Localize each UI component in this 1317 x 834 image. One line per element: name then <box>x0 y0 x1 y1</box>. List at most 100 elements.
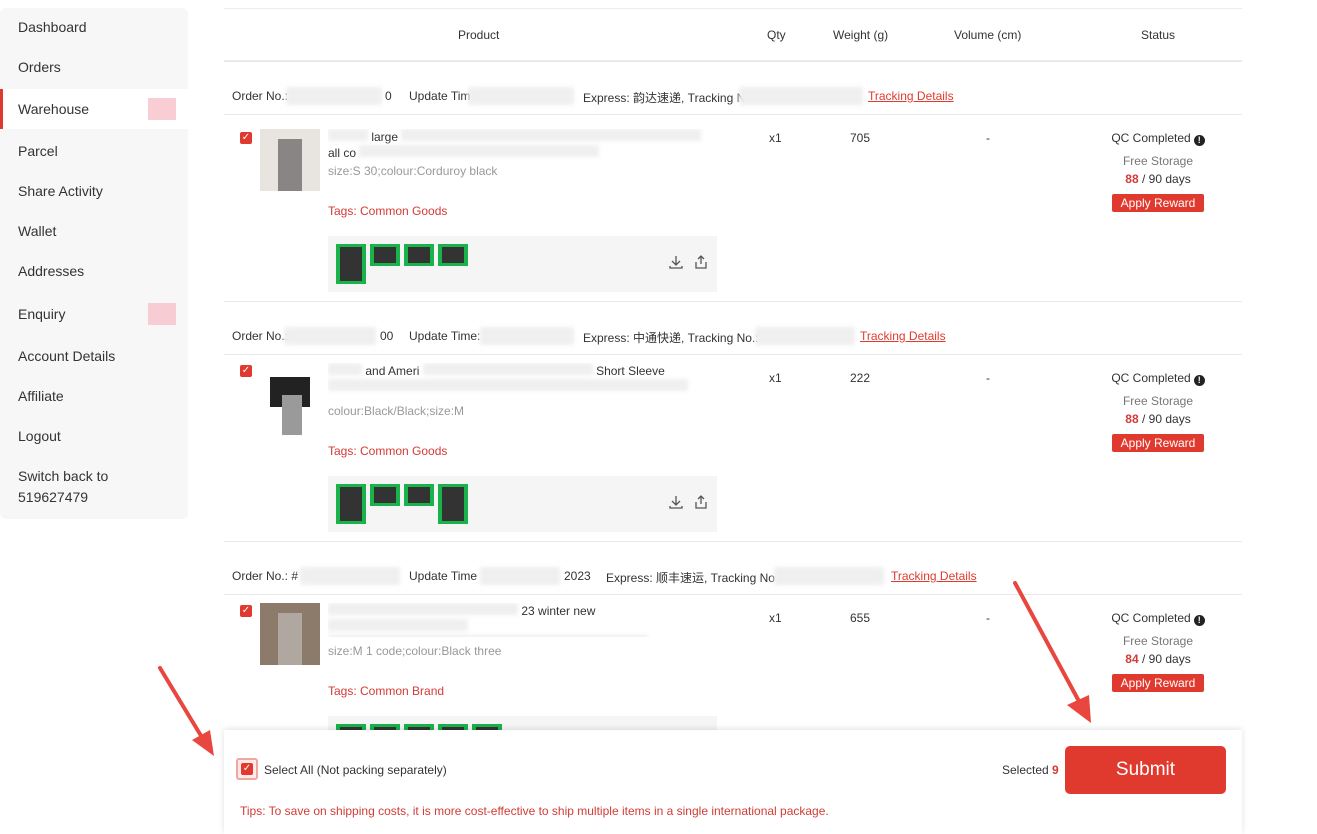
apply-reward-button[interactable]: Apply Reward <box>1111 194 1205 212</box>
sidebar-item-label: Warehouse <box>18 101 90 117</box>
status-cell: QC Completed! Free Storage 84 / 90 days … <box>1104 611 1212 692</box>
info-icon[interactable]: ! <box>1193 615 1205 626</box>
product-title[interactable]: large all co <box>328 129 728 163</box>
sidebar: Dashboard Orders Warehouse Parcel Share … <box>0 8 188 519</box>
item-checkbox[interactable]: ✓ <box>240 605 252 617</box>
download-icon[interactable] <box>668 254 684 270</box>
qc-status: QC Completed <box>1111 371 1191 385</box>
product-thumbnail[interactable] <box>260 365 320 435</box>
sidebar-item-enquiry[interactable]: Enquiry <box>0 303 188 328</box>
order-header: Order No.: 00 Update Time: Express: 中通快递… <box>224 301 1242 355</box>
sidebar-item-logout[interactable]: Logout <box>0 426 188 446</box>
sidebar-item-label: Enquiry <box>18 306 66 322</box>
checkmark-icon: ✓ <box>241 763 253 775</box>
tracking-details-link[interactable]: Tracking Details <box>868 89 954 103</box>
volume: - <box>986 611 990 625</box>
sidebar-item-dashboard[interactable]: Dashboard <box>0 17 188 37</box>
qc-photo[interactable] <box>404 244 434 266</box>
blurred-product-image <box>278 139 302 191</box>
shipping-tip: Tips: To save on shipping costs, it is m… <box>240 804 829 818</box>
redacted-order-number <box>284 327 376 345</box>
download-icon[interactable] <box>668 494 684 510</box>
qc-photo[interactable] <box>370 484 400 506</box>
storage-type: Free Storage <box>1122 154 1194 168</box>
product-tags: Tags: Common Goods <box>328 444 448 458</box>
apply-reward-button[interactable]: Apply Reward <box>1111 434 1205 452</box>
sidebar-item-addresses[interactable]: Addresses <box>0 261 188 281</box>
redacted-order-number <box>286 87 382 105</box>
sidebar-item-wallet[interactable]: Wallet <box>0 221 188 241</box>
table-row: ✓ large all co size:S 30;colour:Corduroy… <box>224 115 1242 301</box>
qc-photo[interactable] <box>370 244 400 266</box>
apply-reward-button[interactable]: Apply Reward <box>1111 674 1205 692</box>
status-cell: QC Completed! Free Storage 88 / 90 days … <box>1104 131 1212 212</box>
item-checkbox[interactable]: ✓ <box>240 132 252 144</box>
product-title-text: and Ameri <box>365 364 420 378</box>
qc-photo[interactable] <box>438 244 468 266</box>
weight: 705 <box>850 131 871 145</box>
redacted-title <box>328 635 648 637</box>
update-time-label: Update Time <box>409 569 478 583</box>
product-tags: Tags: Common Brand <box>328 684 445 698</box>
product-thumbnail[interactable] <box>260 129 320 191</box>
qc-photo[interactable] <box>336 244 366 284</box>
qc-photos-strip <box>328 476 717 532</box>
redacted-update-time <box>480 327 574 345</box>
tracking-details-link[interactable]: Tracking Details <box>860 329 946 343</box>
status-cell: QC Completed! Free Storage 88 / 90 days … <box>1104 371 1212 452</box>
storage-days: 84 / 90 days <box>1125 652 1191 666</box>
product-title[interactable]: and Ameri Short Sleeve <box>328 363 728 397</box>
info-icon[interactable]: ! <box>1193 135 1205 146</box>
qc-status: QC Completed <box>1111 131 1191 145</box>
annotation-arrow-icon <box>1013 581 1091 723</box>
sidebar-item-orders[interactable]: Orders <box>0 57 188 77</box>
select-all-label[interactable]: Select All (Not packing separately) <box>264 763 447 777</box>
sidebar-item-parcel[interactable]: Parcel <box>0 141 188 161</box>
redacted-title <box>328 619 468 631</box>
redacted-order-number <box>300 567 400 585</box>
volume: - <box>986 131 990 145</box>
submit-button[interactable]: Submit <box>1065 746 1226 794</box>
product-tags: Tags: Common Goods <box>328 204 448 218</box>
tracking-details-link[interactable]: Tracking Details <box>891 569 977 583</box>
sidebar-item-switch-account[interactable]: Switch back to 519627479 <box>0 466 120 508</box>
share-icon[interactable] <box>693 254 709 270</box>
share-icon[interactable] <box>693 494 709 510</box>
redacted-title <box>328 379 688 391</box>
volume: - <box>986 371 990 385</box>
sidebar-item-share-activity[interactable]: Share Activity <box>0 181 188 201</box>
sidebar-item-warehouse[interactable]: Warehouse <box>0 89 188 129</box>
redacted-title <box>328 363 362 375</box>
column-header-weight: Weight (g) <box>833 28 889 42</box>
info-icon[interactable]: ! <box>1193 375 1205 386</box>
redacted-tracking-number <box>774 567 884 585</box>
blurred-product-image <box>278 613 302 665</box>
item-checkbox[interactable]: ✓ <box>240 365 252 377</box>
select-all-checkbox[interactable]: ✓ <box>236 758 258 780</box>
product-title-text: large <box>371 130 399 144</box>
table-row: ✓ and Ameri Short Sleeve colour:Black/Bl… <box>224 355 1242 541</box>
redacted-title <box>328 603 518 615</box>
sidebar-item-affiliate[interactable]: Affiliate <box>0 386 188 406</box>
qc-photo[interactable] <box>404 484 434 506</box>
order-number-label: Order No.: # <box>232 569 299 583</box>
sidebar-item-account-details[interactable]: Account Details <box>0 346 188 366</box>
redacted-title <box>359 145 600 157</box>
redacted-tracking-number <box>755 327 855 345</box>
product-thumbnail[interactable] <box>260 603 320 665</box>
qc-photo[interactable] <box>336 484 366 524</box>
column-header-product: Product <box>458 28 500 42</box>
column-header-volume: Volume (cm) <box>954 28 1022 42</box>
storage-type: Free Storage <box>1122 634 1194 648</box>
product-title[interactable]: 23 winter new <box>328 603 728 637</box>
qc-photo[interactable] <box>438 484 468 524</box>
product-spec: colour:Black/Black;size:M <box>328 404 465 418</box>
redacted-title <box>401 129 702 141</box>
update-time-year: 2023 <box>564 569 591 583</box>
redacted-title <box>328 129 368 141</box>
redacted-title <box>422 363 593 375</box>
redacted-update-time <box>468 87 574 105</box>
notification-badge <box>148 303 176 325</box>
order-header: Order No.: 0 Update Tim Express: 韵达速递, T… <box>224 61 1242 115</box>
product-title-line2: Short Sleeve <box>596 364 665 378</box>
